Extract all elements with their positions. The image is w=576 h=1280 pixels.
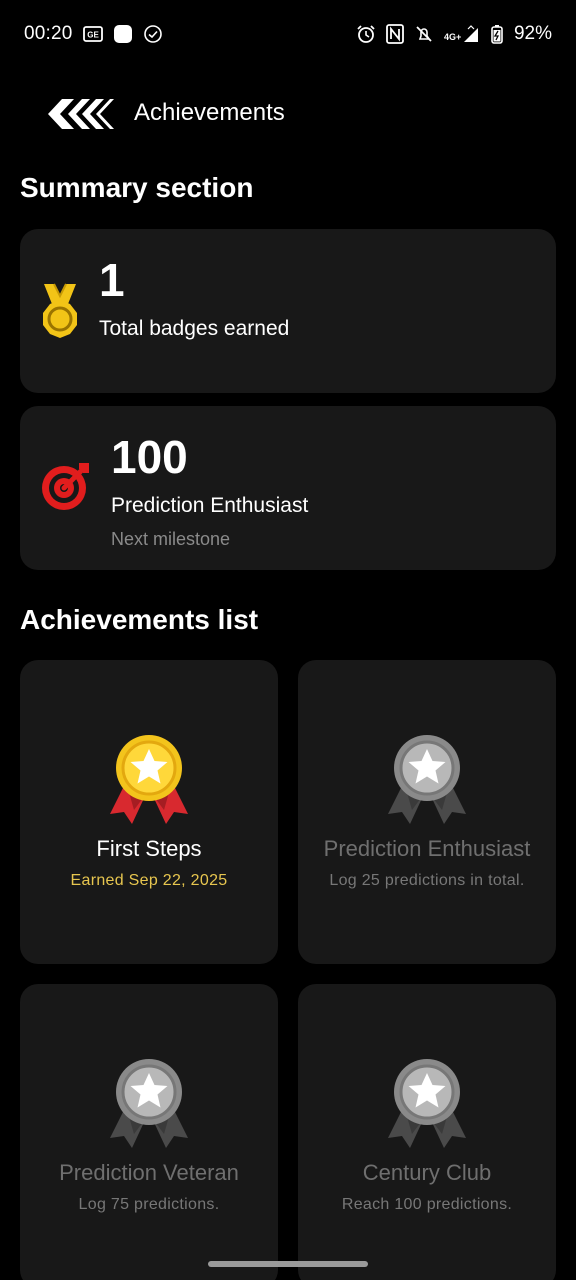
locked-medal-icon — [20, 1056, 278, 1152]
achievement-title: Century Club — [362, 1160, 492, 1185]
status-bar-left: 00:20 GE — [24, 23, 163, 45]
back-chevrons-icon — [46, 97, 114, 136]
achievement-card-century-club[interactable]: Century Club Reach 100 predictions. — [298, 984, 556, 1280]
mute-icon — [414, 24, 434, 44]
nfc-icon — [386, 24, 404, 44]
svg-text:GE: GE — [87, 31, 99, 40]
milestone-value: 100 — [111, 431, 188, 483]
milestone-label: Prediction Enthusiast — [111, 494, 309, 517]
gold-star-medal-icon — [20, 732, 278, 828]
achievement-title: Prediction Enthusiast — [323, 836, 531, 861]
alarm-icon — [356, 24, 376, 44]
target-icon — [38, 458, 94, 514]
app-notification-icon — [113, 24, 133, 44]
gold-medal-icon — [40, 281, 80, 341]
gallery-notification-icon: GE — [82, 26, 103, 42]
achievement-card-prediction-veteran[interactable]: Prediction Veteran Log 75 predictions. — [20, 984, 278, 1280]
badges-summary-card: 1 Total badges earned — [20, 229, 556, 393]
achievement-card-prediction-enthusiast[interactable]: Prediction Enthusiast Log 25 predictions… — [298, 660, 556, 964]
back-button[interactable] — [44, 96, 116, 136]
achievement-description: Log 75 predictions. — [78, 1196, 220, 1213]
badges-count: 1 — [99, 254, 125, 306]
status-bar: 00:20 GE 4G+ 92% — [0, 0, 576, 68]
achievement-description: Reach 100 predictions. — [341, 1196, 513, 1213]
battery-percent: 92% — [513, 23, 552, 44]
locked-medal-icon — [298, 732, 556, 828]
achievements-screen: 00:20 GE 4G+ 92% Achievements Summary se… — [0, 0, 576, 1280]
badges-label: Total badges earned — [99, 317, 290, 340]
battery-charging-icon — [490, 24, 504, 44]
signal-icon: 4G+ — [444, 24, 480, 44]
check-circle-icon — [143, 24, 163, 44]
page-title: Achievements — [134, 99, 285, 126]
achievement-description: Log 25 predictions in total. — [329, 872, 525, 889]
achievement-title: Prediction Veteran — [59, 1160, 239, 1185]
achievement-card-first-steps[interactable]: First Steps Earned Sep 22, 2025 — [20, 660, 278, 964]
achievement-earned-date: Earned Sep 22, 2025 — [70, 872, 228, 889]
clock: 00:20 — [24, 23, 73, 44]
milestone-sub: Next milestone — [111, 529, 231, 549]
app-bar: Achievements — [0, 88, 576, 144]
network-type: 4G+ — [444, 32, 461, 42]
locked-medal-icon — [298, 1056, 556, 1152]
summary-heading: Summary section — [20, 172, 254, 203]
milestone-summary-card: 100 Prediction Enthusiast Next milestone — [20, 406, 556, 570]
achievements-heading: Achievements list — [20, 604, 259, 635]
achievement-title: First Steps — [96, 836, 202, 861]
home-indicator[interactable] — [208, 1261, 368, 1267]
status-bar-right: 4G+ 92% — [356, 23, 552, 45]
